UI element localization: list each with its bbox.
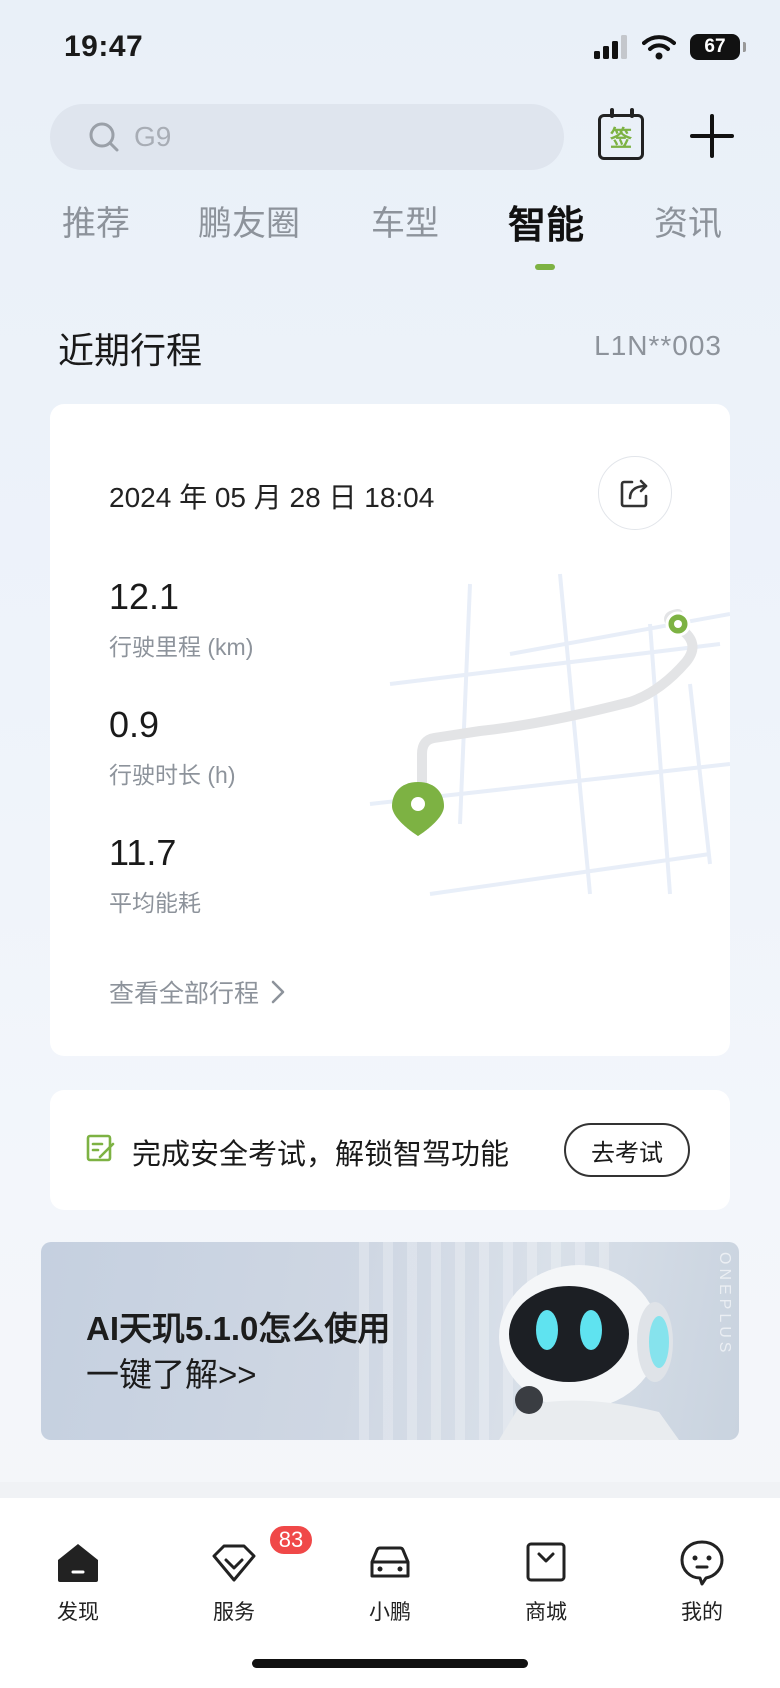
chevron-right-icon bbox=[271, 980, 285, 1004]
ai-promo-banner[interactable]: AI天玑5.1.0怎么使用 一键了解>> ONEPLUS bbox=[41, 1242, 739, 1440]
tab-news[interactable]: 资讯 bbox=[654, 196, 722, 245]
nav-label: 商城 bbox=[525, 1601, 567, 1624]
vehicle-id: L1N**003 bbox=[594, 330, 722, 361]
stat-value: 12.1 bbox=[109, 576, 180, 617]
tab-models[interactable]: 车型 bbox=[371, 196, 439, 245]
banner-subtitle: 一键了解>> bbox=[86, 1356, 257, 1393]
plus-icon[interactable] bbox=[686, 110, 738, 162]
share-icon bbox=[620, 479, 648, 508]
wifi-icon bbox=[642, 35, 676, 60]
nav-label: 小鹏 bbox=[369, 1601, 411, 1624]
stat-label: 行驶里程 (km) bbox=[109, 634, 254, 660]
view-all-trips-link[interactable]: 查看全部行程 bbox=[109, 974, 285, 1010]
status-time: 19:47 bbox=[64, 30, 144, 63]
banner-watermark: ONEPLUS bbox=[716, 1252, 733, 1357]
safety-exam-card: 完成安全考试，解锁智驾功能 去考试 bbox=[50, 1090, 730, 1210]
tab-smart[interactable]: 智能 bbox=[508, 194, 584, 249]
stat-label: 平均能耗 bbox=[109, 890, 201, 916]
nav-label: 我的 bbox=[681, 1601, 723, 1624]
nav-label: 服务 bbox=[213, 1601, 255, 1624]
exam-prompt: 完成安全考试，解锁智驾功能 bbox=[132, 1139, 510, 1171]
trip-card[interactable]: 2024 年 05 月 28 日 18:04 12.1 行驶里程 (km) 0.… bbox=[50, 404, 730, 1056]
category-tabs: 推荐 鹏友圈 车型 智能 资讯 bbox=[0, 196, 780, 276]
status-icons: 67 bbox=[594, 34, 746, 60]
shop-icon bbox=[526, 1542, 566, 1582]
banner-title: AI天玑5.1.0怎么使用 bbox=[86, 1310, 391, 1347]
search-row: 签 bbox=[50, 104, 734, 174]
notification-badge: 83 bbox=[268, 1524, 314, 1556]
stat-value: 0.9 bbox=[109, 704, 160, 745]
section-title: 近期行程 bbox=[58, 330, 203, 371]
stat-distance: 12.1 行驶里程 (km) bbox=[109, 576, 253, 662]
battery-indicator: 67 bbox=[690, 34, 746, 60]
nav-item-shop[interactable]: 商城 bbox=[496, 1538, 596, 1626]
stat-label: 行驶时长 (h) bbox=[109, 762, 236, 788]
bottom-navigation: 发现 83 服务 小鹏 商城 我的 bbox=[0, 1498, 780, 1688]
sign-in-label: 签 bbox=[609, 126, 632, 151]
home-indicator bbox=[252, 1659, 528, 1668]
take-exam-button[interactable]: 去考试 bbox=[564, 1123, 690, 1177]
nav-label: 发现 bbox=[57, 1601, 99, 1624]
stat-consumption: 11.7 平均能耗 bbox=[109, 832, 201, 918]
view-all-label: 查看全部行程 bbox=[109, 980, 260, 1008]
profile-icon bbox=[680, 1540, 724, 1586]
share-button[interactable] bbox=[598, 456, 672, 530]
service-icon bbox=[212, 1544, 256, 1582]
signal-icon bbox=[594, 35, 627, 59]
robot-mascot-illustration bbox=[499, 1265, 679, 1440]
trip-date: 2024 年 05 月 28 日 18:04 bbox=[109, 482, 435, 513]
car-icon bbox=[370, 1546, 410, 1578]
search-icon bbox=[89, 122, 119, 152]
tab-friends[interactable]: 鹏友圈 bbox=[198, 196, 300, 245]
exam-edit-icon bbox=[86, 1134, 115, 1162]
nav-item-xpeng[interactable]: 小鹏 bbox=[340, 1538, 440, 1626]
tab-recommend[interactable]: 推荐 bbox=[62, 196, 130, 245]
section-divider bbox=[0, 1482, 780, 1498]
nav-item-service[interactable]: 83 服务 bbox=[184, 1524, 314, 1626]
active-tab-indicator bbox=[535, 264, 555, 270]
status-bar: 19:47 67 bbox=[0, 0, 780, 100]
nav-item-profile[interactable]: 我的 bbox=[652, 1538, 752, 1626]
sign-in-calendar-button[interactable]: 签 bbox=[598, 108, 644, 160]
nav-item-discover[interactable]: 发现 bbox=[28, 1538, 128, 1626]
stat-duration: 0.9 行驶时长 (h) bbox=[109, 704, 236, 790]
route-start-marker bbox=[392, 782, 444, 836]
search-input[interactable] bbox=[134, 121, 514, 153]
home-icon bbox=[58, 1544, 98, 1582]
route-map[interactable] bbox=[330, 564, 730, 924]
search-box[interactable] bbox=[50, 104, 564, 170]
stat-value: 11.7 bbox=[109, 832, 177, 873]
